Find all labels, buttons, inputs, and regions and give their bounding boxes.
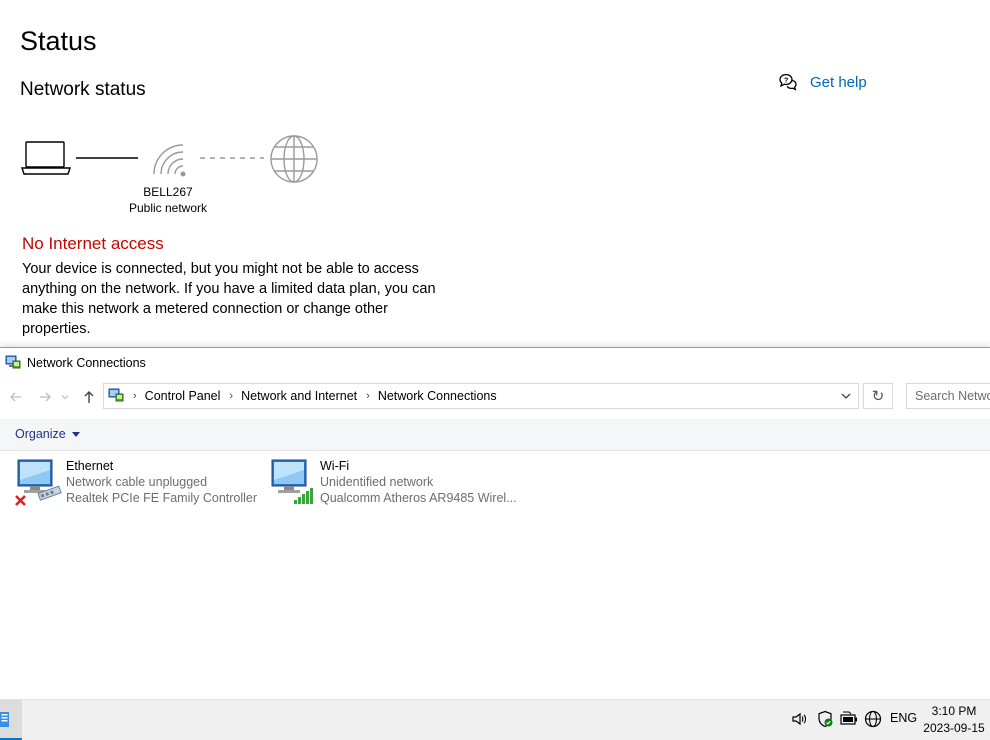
forward-arrow-icon [40, 392, 51, 402]
refresh-button[interactable]: ↻ [863, 383, 893, 409]
connection-name: Ethernet [66, 459, 114, 473]
clock-time: 3:10 PM [931, 704, 977, 718]
window-app-icon [0, 712, 9, 727]
security-shield-icon[interactable] [816, 710, 834, 728]
connection-device: Realtek PCIe FE Family Controller [66, 491, 258, 505]
battery-icon[interactable] [840, 710, 858, 728]
taskbar: ENG 3:10 PM 2023-09-15 [0, 699, 990, 740]
connection-item-ethernet[interactable]: Ethernet Network cable unplugged Realtek… [14, 458, 258, 508]
search-input[interactable] [906, 383, 990, 409]
connection-name: Wi-Fi [320, 459, 350, 473]
clock-date: 2023-09-15 [923, 721, 985, 735]
window-titlebar[interactable]: Network Connections [0, 348, 990, 378]
no-internet-title: No Internet access [22, 234, 164, 253]
wifi-signal-icon [271, 459, 313, 504]
recent-locations-button[interactable] [59, 387, 71, 407]
breadcrumb-network-and-internet[interactable]: Network and Internet [241, 389, 357, 403]
up-button[interactable] [79, 387, 99, 407]
address-bar[interactable]: › Control Panel › Network and Internet ›… [103, 383, 859, 409]
window-title: Network Connections [27, 356, 146, 370]
connection-status: Network cable unplugged [66, 475, 208, 489]
get-help-label: Get help [810, 73, 867, 91]
volume-icon[interactable] [791, 710, 809, 728]
connection-device: Qualcomm Atheros AR9485 Wirel... [320, 491, 517, 505]
navigation-bar: › Control Panel › Network and Internet ›… [0, 381, 990, 413]
network-connections-icon [5, 355, 21, 369]
organize-label: Organize [15, 427, 66, 441]
help-chat-icon: ? [779, 73, 797, 91]
section-title: Network status [20, 79, 146, 100]
network-connections-icon [108, 388, 124, 402]
breadcrumb-separator[interactable]: › [133, 390, 137, 402]
language-indicator[interactable]: ENG [890, 711, 917, 725]
connection-status: Unidentified network [320, 475, 434, 489]
svg-text:?: ? [784, 78, 788, 85]
command-bar: Organize [0, 419, 990, 451]
no-internet-description: Your device is connected, but you might … [22, 261, 436, 337]
chevron-down-icon [61, 395, 69, 400]
network-type: Public network [128, 201, 208, 215]
caret-down-icon [71, 431, 80, 437]
organize-menu-button[interactable]: Organize [15, 427, 80, 441]
settings-network-status-panel: Status Network status ? Get help BELL267… [0, 0, 990, 347]
forward-button[interactable] [35, 387, 55, 407]
page-title: Status [20, 26, 97, 56]
taskbar-app-button[interactable] [0, 700, 22, 740]
breadcrumb-separator[interactable]: › [366, 390, 370, 402]
up-arrow-icon [84, 391, 94, 403]
ethernet-disconnected-icon [15, 459, 62, 506]
network-globe-icon[interactable] [864, 710, 882, 728]
address-dropdown-icon[interactable] [840, 390, 852, 402]
breadcrumb-control-panel[interactable]: Control Panel [145, 389, 221, 403]
globe-icon [270, 135, 318, 183]
system-clock[interactable]: 3:10 PM 2023-09-15 [920, 703, 988, 737]
back-arrow-icon [10, 392, 21, 402]
wifi-signal-icon [153, 144, 186, 177]
connection-item-wifi[interactable]: Wi-Fi Unidentified network Qualcomm Athe… [268, 458, 518, 508]
network-connections-window: Network Connections › Control Panel › Ne… [0, 347, 990, 700]
laptop-icon [21, 141, 71, 175]
network-label: BELL267 Public network [118, 184, 218, 216]
breadcrumb-network-connections[interactable]: Network Connections [378, 389, 497, 403]
refresh-icon: ↻ [871, 388, 885, 405]
breadcrumb-separator[interactable]: › [229, 390, 233, 402]
back-button[interactable] [6, 387, 26, 407]
get-help-link[interactable]: ? Get help [778, 72, 867, 92]
network-name: BELL267 [143, 185, 193, 199]
